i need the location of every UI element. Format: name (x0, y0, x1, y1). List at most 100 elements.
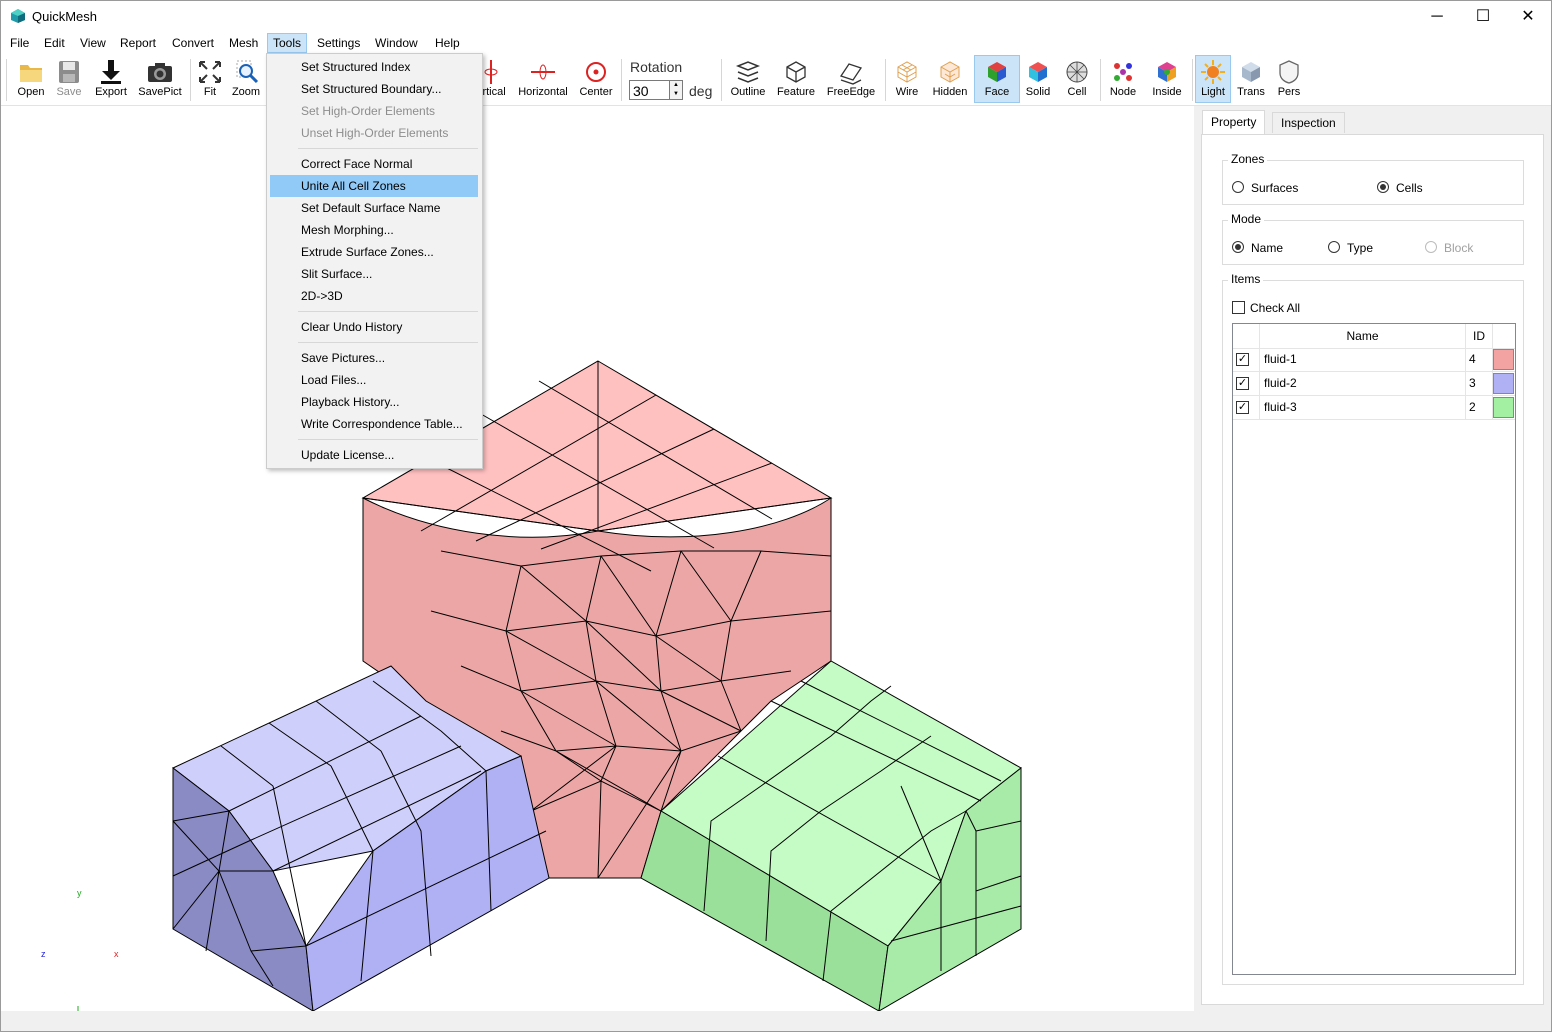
check-all-label: Check All (1250, 301, 1301, 315)
right-panel: Property Inspection Zones Surfaces Cells… (1194, 106, 1551, 1011)
row-checkbox[interactable]: ✓ (1236, 377, 1249, 390)
outline-button[interactable]: Outline (727, 56, 769, 102)
sun-light-icon (1201, 60, 1225, 84)
menu-convert[interactable]: Convert (167, 34, 219, 52)
main-toolbar: Open Save Export SavePict Fit Zoom ertic… (1, 53, 1551, 106)
menu-item-set-default-surface-name[interactable]: Set Default Surface Name (270, 197, 478, 219)
app-logo-icon (11, 9, 25, 23)
hidden-button[interactable]: Hidden (930, 56, 970, 102)
menu-item-update-license[interactable]: Update License... (270, 444, 478, 466)
radio-type[interactable]: Type (1328, 240, 1373, 256)
row-color-swatch[interactable] (1493, 397, 1514, 418)
table-row[interactable]: ✓ fluid-2 3 (1233, 372, 1515, 396)
menu-view[interactable]: View (75, 34, 111, 52)
menu-report[interactable]: Report (115, 34, 161, 52)
radio-name-dot[interactable] (1232, 241, 1244, 253)
menu-edit[interactable]: Edit (39, 34, 70, 52)
solid-button[interactable]: Solid (1022, 56, 1054, 102)
title-bar[interactable]: QuickMesh ─ ☐ ✕ (1, 1, 1551, 32)
menu-file[interactable]: File (5, 34, 34, 52)
menu-item-set-structured-boundary[interactable]: Set Structured Boundary... (270, 78, 478, 100)
open-button[interactable]: Open (13, 56, 49, 102)
menu-item-playback-history[interactable]: Playback History... (270, 391, 478, 413)
menu-item-slit-surface[interactable]: Slit Surface... (270, 263, 478, 285)
header-id[interactable]: ID (1466, 324, 1493, 348)
freeedge-button[interactable]: FreeEdge (823, 56, 879, 102)
row-color-swatch[interactable] (1493, 373, 1514, 394)
feature-button[interactable]: Feature (773, 56, 819, 102)
save-button[interactable]: Save (51, 56, 87, 102)
menu-window[interactable]: Window (370, 34, 423, 52)
menu-item-2d-to-3d[interactable]: 2D->3D (270, 285, 478, 307)
3d-viewport[interactable]: y x z (1, 106, 1194, 1031)
inside-button[interactable]: Inside (1147, 56, 1187, 102)
menu-settings[interactable]: Settings (312, 34, 365, 52)
camera-icon (148, 63, 172, 82)
rotation-spinner[interactable]: ▲ ▼ (669, 80, 683, 100)
check-all[interactable]: Check All (1232, 300, 1300, 316)
trans-label: Trans (1237, 86, 1265, 98)
tab-property[interactable]: Property (1202, 110, 1266, 134)
menu-mesh[interactable]: Mesh (224, 34, 263, 52)
menu-item-correct-face-normal[interactable]: Correct Face Normal (270, 153, 478, 175)
menu-item-extrude-surface-zones[interactable]: Extrude Surface Zones... (270, 241, 478, 263)
menu-help[interactable]: Help (430, 34, 465, 52)
row-name: fluid-3 (1260, 396, 1466, 419)
menu-item-load-files[interactable]: Load Files... (270, 369, 478, 391)
header-check-col (1233, 324, 1260, 348)
menu-item-write-correspondence-table[interactable]: Write Correspondence Table... (270, 413, 478, 435)
menu-item-save-pictures[interactable]: Save Pictures... (270, 347, 478, 369)
menu-item-unite-all-cell-zones[interactable]: Unite All Cell Zones (270, 175, 478, 197)
minimize-button[interactable]: ─ (1414, 1, 1460, 32)
radio-type-dot[interactable] (1328, 241, 1340, 253)
row-checkbox[interactable]: ✓ (1236, 353, 1249, 366)
radio-cells[interactable]: Cells (1377, 180, 1423, 196)
light-button[interactable]: Light (1195, 55, 1231, 103)
zoom-button[interactable]: Zoom (229, 56, 263, 102)
radio-cells-dot[interactable] (1377, 181, 1389, 193)
center-button[interactable]: Center (577, 56, 615, 102)
horizontal-button[interactable]: Horizontal (517, 56, 569, 102)
check-all-box[interactable] (1232, 301, 1245, 314)
export-button[interactable]: Export (91, 56, 131, 102)
node-button[interactable]: Node (1105, 56, 1141, 102)
header-color-col (1493, 324, 1515, 348)
light-label: Light (1201, 86, 1225, 98)
radio-block-dot (1425, 241, 1437, 253)
spin-up-icon[interactable]: ▲ (673, 82, 679, 88)
tab-inspection[interactable]: Inspection (1272, 112, 1345, 133)
row-id: 3 (1466, 372, 1493, 395)
radio-name[interactable]: Name (1232, 240, 1283, 256)
radio-surfaces[interactable]: Surfaces (1232, 180, 1298, 196)
spin-down-icon[interactable]: ▼ (673, 91, 679, 97)
rotation-input[interactable]: 30 (629, 80, 673, 100)
close-button[interactable]: ✕ (1505, 1, 1551, 32)
menu-item-set-high-order-elements: Set High-Order Elements (301, 104, 436, 118)
maximize-button[interactable]: ☐ (1460, 1, 1506, 32)
fit-button[interactable]: Fit (195, 56, 225, 102)
savepict-button[interactable]: SavePict (137, 56, 183, 102)
wire-button[interactable]: Wire (890, 56, 924, 102)
menu-item-clear-undo-history[interactable]: Clear Undo History (270, 316, 478, 338)
magnifier-icon (236, 60, 259, 84)
free-edge-icon (839, 63, 863, 85)
row-checkbox[interactable]: ✓ (1236, 401, 1249, 414)
menu-item-mesh-morphing[interactable]: Mesh Morphing... (270, 219, 478, 241)
cell-button[interactable]: Cell (1060, 56, 1094, 102)
menu-tools[interactable]: Tools (267, 33, 308, 53)
hidden-label: Hidden (932, 86, 968, 98)
pers-button[interactable]: Pers (1272, 56, 1306, 102)
menu-item-set-structured-index[interactable]: Set Structured Index (270, 56, 478, 78)
face-button[interactable]: Face (974, 55, 1020, 103)
trans-button[interactable]: Trans (1234, 56, 1268, 102)
table-row[interactable]: ✓ fluid-3 2 (1233, 396, 1515, 420)
zoom-label: Zoom (231, 86, 261, 98)
header-name[interactable]: Name (1260, 324, 1466, 348)
items-table: Name ID ✓ fluid-1 4 ✓ fluid-2 3 ✓ fluid-… (1232, 323, 1516, 975)
horizontal-label: Horizontal (518, 86, 568, 98)
table-row[interactable]: ✓ fluid-1 4 (1233, 348, 1515, 372)
panel-tabs: Property Inspection (1202, 110, 1542, 134)
row-color-swatch[interactable] (1493, 349, 1514, 370)
radio-surfaces-dot[interactable] (1232, 181, 1244, 193)
freeedge-label: FreeEdge (826, 86, 876, 98)
